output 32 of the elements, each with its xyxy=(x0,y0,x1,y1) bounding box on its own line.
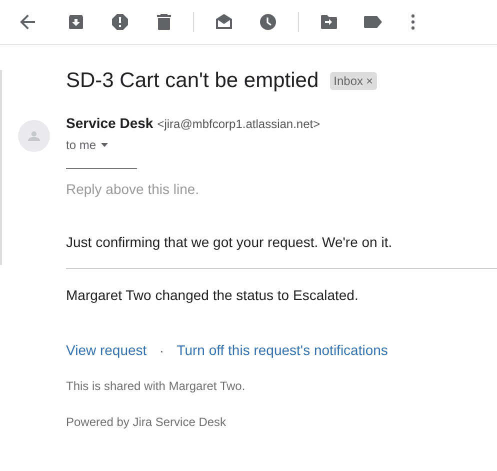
link-separator: · xyxy=(160,342,164,360)
folder-arrow-icon xyxy=(321,15,337,29)
message-text: Just confirming that we got your request. We're on it. xyxy=(66,233,394,252)
label-icon xyxy=(364,16,382,28)
caret-icon xyxy=(101,143,108,147)
archive-button[interactable] xyxy=(66,12,86,32)
move-to-button[interactable] xyxy=(319,12,339,32)
exclamation-icon xyxy=(112,14,128,30)
person-icon xyxy=(28,131,40,141)
view-request-link[interactable]: View request xyxy=(66,340,147,361)
clock-icon xyxy=(260,14,276,30)
back-button[interactable] xyxy=(18,12,38,32)
archive-icon xyxy=(68,14,84,30)
notifications-link[interactable]: Turn off this request's notifications xyxy=(176,340,388,361)
label-chip: Inbox × xyxy=(330,72,378,90)
shared-note: This is shared with Margaret Two. xyxy=(66,378,246,395)
footer-text: Powered by Jira Service Desk xyxy=(66,414,228,431)
snooze-button[interactable] xyxy=(258,12,278,32)
envelope-icon xyxy=(215,14,233,30)
remove-label-button[interactable]: × xyxy=(366,75,374,87)
reply-hint: Reply above this line. xyxy=(66,180,200,199)
more-vertical-icon xyxy=(411,14,415,30)
report-spam-button[interactable] xyxy=(110,12,130,32)
email-subject: SD-3 Cart can't be emptied xyxy=(66,68,319,94)
status-change-text: Margaret Two changed the status to Escalated. xyxy=(66,286,360,305)
sender-name: Service Desk xyxy=(66,114,154,133)
trash-icon xyxy=(157,14,171,30)
mark-unread-button[interactable] xyxy=(214,12,234,32)
delete-button[interactable] xyxy=(154,12,174,32)
sender-email: <jira@mbfcorp1.atlassian.net> xyxy=(157,116,320,133)
back-arrow-icon xyxy=(20,14,36,30)
recipient-dropdown[interactable]: to me xyxy=(66,136,108,154)
